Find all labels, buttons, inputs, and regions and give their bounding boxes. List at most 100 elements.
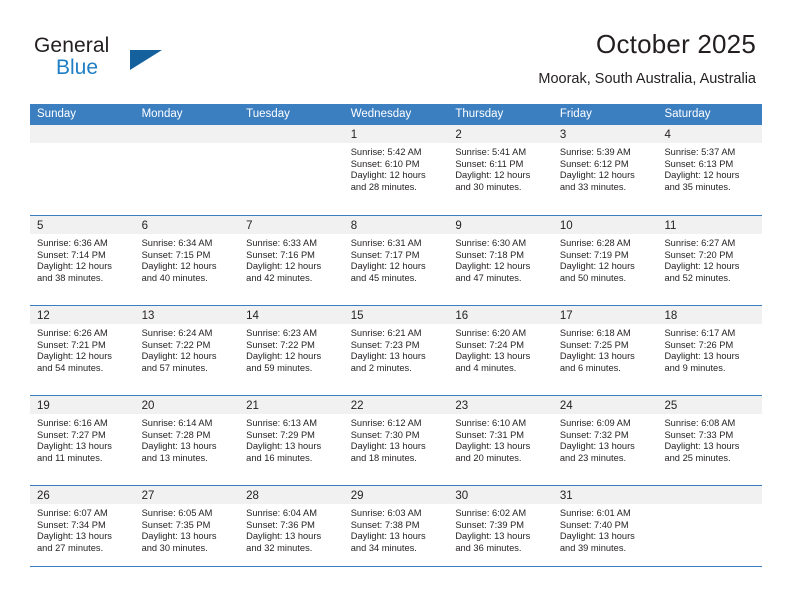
day-number: 8 <box>350 220 358 232</box>
calendar-day-cell[interactable]: 2 Sunrise: 5:41 AM Sunset: 6:11 PM Daylight… <box>448 125 553 215</box>
calendar-day-cell[interactable]: 15 Sunrise: 6:21 AM Sunset: 7:23 PM Dayligh… <box>343 306 449 395</box>
day-detail-line: Sunset: 6:10 PM <box>350 158 420 169</box>
day-number-band <box>239 125 344 143</box>
day-detail-line: Sunrise: 6:10 AM <box>455 418 527 428</box>
day-details: Sunrise: 6:23 AM Sunset: 7:22 PM Daylight:… <box>239 324 344 374</box>
day-detail-line: and 16 minutes. <box>246 452 313 463</box>
calendar-day-cell[interactable]: 20 Sunrise: 6:14 AM Sunset: 7:28 PM Dayligh… <box>134 396 240 485</box>
day-detail-line: Sunrise: 6:01 AM <box>559 508 631 518</box>
day-details: Sunrise: 6:26 AM Sunset: 7:21 PM Daylight:… <box>30 324 135 374</box>
calendar-day-cell[interactable]: 4 Sunrise: 5:37 AM Sunset: 6:13 PM Daylight… <box>657 125 763 215</box>
day-detail-line: Sunrise: 6:36 AM <box>37 238 108 248</box>
calendar-day-cell[interactable]: 25 Sunrise: 6:08 AM Sunset: 7:33 PM Dayligh… <box>657 396 763 485</box>
day-detail-line: Daylight: 12 hours <box>141 261 217 272</box>
calendar-day-cell[interactable]: 19 Sunrise: 6:16 AM Sunset: 7:27 PM Dayligh… <box>30 396 135 485</box>
day-detail-line: and 42 minutes. <box>246 272 313 283</box>
calendar-day-cell[interactable]: 30 Sunrise: 6:02 AM Sunset: 7:39 PM Dayligh… <box>448 486 553 575</box>
day-detail-line: Sunset: 7:22 PM <box>246 339 315 350</box>
calendar-day-cell[interactable]: 12 Sunrise: 6:26 AM Sunset: 7:21 PM Dayligh… <box>30 306 135 395</box>
day-number: 31 <box>559 490 573 502</box>
weekday-header-sunday: Sunday <box>37 108 77 120</box>
calendar-day-cell[interactable]: 11 Sunrise: 6:27 AM Sunset: 7:20 PM Dayligh… <box>657 216 763 305</box>
day-details <box>135 143 240 147</box>
calendar-page: General Blue October 2025 Moorak, South … <box>0 0 792 612</box>
calendar-day-cell[interactable]: 26 Sunrise: 6:07 AM Sunset: 7:34 PM Dayligh… <box>30 486 135 575</box>
calendar-day-cell[interactable]: 14 Sunrise: 6:23 AM Sunset: 7:22 PM Dayligh… <box>239 306 344 395</box>
day-detail-line: Daylight: 12 hours <box>246 261 322 272</box>
day-detail-line: and 57 minutes. <box>141 362 208 373</box>
calendar-day-cell[interactable]: 21 Sunrise: 6:13 AM Sunset: 7:29 PM Dayligh… <box>239 396 344 485</box>
calendar-day-cell[interactable]: 10 Sunrise: 6:28 AM Sunset: 7:19 PM Dayligh… <box>552 216 658 305</box>
day-details: Sunrise: 6:13 AM Sunset: 7:29 PM Daylight:… <box>239 414 344 464</box>
day-detail-line: Sunset: 7:19 PM <box>559 249 629 260</box>
day-detail-line: Sunrise: 6:08 AM <box>664 418 736 428</box>
calendar-day-cell[interactable]: 3 Sunrise: 5:39 AM Sunset: 6:12 PM Daylight… <box>552 125 658 215</box>
day-detail-line: Sunset: 7:26 PM <box>664 339 734 350</box>
day-detail-line: Sunrise: 6:14 AM <box>141 418 213 428</box>
day-number: 14 <box>246 310 259 322</box>
calendar-day-cell[interactable]: 9 Sunrise: 6:30 AM Sunset: 7:18 PM Daylight… <box>448 216 553 305</box>
day-number-band: 19 <box>30 396 135 414</box>
day-number-band: 4 <box>657 125 763 143</box>
general-blue-logo[interactable]: General Blue <box>34 34 214 86</box>
day-details: Sunrise: 6:34 AM Sunset: 7:15 PM Daylight:… <box>135 234 240 284</box>
calendar-day-cell[interactable]: 23 Sunrise: 6:10 AM Sunset: 7:31 PM Dayligh… <box>448 396 553 485</box>
calendar-day-cell[interactable]: 18 Sunrise: 6:17 AM Sunset: 7:26 PM Dayligh… <box>657 306 763 395</box>
day-details: Sunrise: 6:07 AM Sunset: 7:34 PM Daylight:… <box>30 504 135 554</box>
day-detail-line: Sunset: 7:20 PM <box>664 249 734 260</box>
day-detail-line: and 54 minutes. <box>37 362 104 373</box>
calendar-day-cell[interactable]: 17 Sunrise: 6:18 AM Sunset: 7:25 PM Dayligh… <box>552 306 658 395</box>
day-number: 13 <box>141 310 155 322</box>
day-detail-line: Daylight: 13 hours <box>246 441 322 452</box>
day-detail-line: Daylight: 12 hours <box>37 351 112 362</box>
calendar-day-cell[interactable]: 8 Sunrise: 6:31 AM Sunset: 7:17 PM Daylight… <box>343 216 449 305</box>
calendar-day-cell[interactable]: 28 Sunrise: 6:04 AM Sunset: 7:36 PM Dayligh… <box>239 486 344 575</box>
day-detail-line: Sunrise: 6:16 AM <box>37 418 108 428</box>
day-number-band: 18 <box>657 306 763 324</box>
calendar-day-cell[interactable]: 7 Sunrise: 6:33 AM Sunset: 7:16 PM Daylight… <box>239 216 344 305</box>
calendar-day-cell[interactable]: 1 Sunrise: 5:42 AM Sunset: 6:10 PM Daylight… <box>343 125 449 215</box>
day-number: 29 <box>350 490 364 502</box>
day-detail-line: Sunset: 7:34 PM <box>37 519 106 530</box>
logo-text-general: General <box>34 34 110 57</box>
calendar-day-cell[interactable]: 29 Sunrise: 6:03 AM Sunset: 7:38 PM Dayligh… <box>343 486 449 575</box>
title-block: October 2025 Moorak, South Australia, Au… <box>538 28 756 88</box>
day-number: 3 <box>559 129 567 141</box>
day-details: Sunrise: 6:16 AM Sunset: 7:27 PM Daylight:… <box>30 414 135 464</box>
day-details: Sunrise: 6:10 AM Sunset: 7:31 PM Daylight:… <box>448 414 553 464</box>
day-number-band: 5 <box>30 216 135 234</box>
day-details: Sunrise: 6:31 AM Sunset: 7:17 PM Daylight:… <box>344 234 449 284</box>
calendar-day-cell[interactable]: 24 Sunrise: 6:09 AM Sunset: 7:32 PM Dayligh… <box>552 396 658 485</box>
calendar-day-cell[interactable]: 22 Sunrise: 6:12 AM Sunset: 7:30 PM Dayligh… <box>343 396 449 485</box>
day-detail-line: Sunset: 7:27 PM <box>37 429 106 440</box>
day-detail-line: Sunset: 7:28 PM <box>141 429 211 440</box>
calendar-day-cell[interactable]: 16 Sunrise: 6:20 AM Sunset: 7:24 PM Dayligh… <box>448 306 553 395</box>
day-detail-line: Daylight: 13 hours <box>37 531 112 542</box>
day-number: 12 <box>37 310 50 322</box>
day-detail-line: Sunset: 7:14 PM <box>37 249 106 260</box>
day-details: Sunrise: 6:01 AM Sunset: 7:40 PM Daylight:… <box>553 504 658 554</box>
day-detail-line: and 11 minutes. <box>37 452 103 463</box>
day-details: Sunrise: 6:05 AM Sunset: 7:35 PM Daylight:… <box>135 504 240 554</box>
day-details <box>657 504 762 508</box>
day-details: Sunrise: 6:30 AM Sunset: 7:18 PM Daylight:… <box>448 234 553 284</box>
day-details: Sunrise: 6:21 AM Sunset: 7:23 PM Daylight:… <box>344 324 449 374</box>
day-number-band: 28 <box>239 486 344 504</box>
day-number-band: 21 <box>239 396 344 414</box>
day-detail-line: and 59 minutes. <box>246 362 313 373</box>
day-details: Sunrise: 5:39 AM Sunset: 6:12 PM Daylight:… <box>553 143 658 193</box>
day-number: 6 <box>141 220 148 232</box>
day-detail-line: and 32 minutes. <box>246 542 313 553</box>
calendar-day-cell[interactable]: 5 Sunrise: 6:36 AM Sunset: 7:14 PM Daylight… <box>30 216 135 305</box>
day-detail-line: Sunset: 7:21 PM <box>37 339 106 350</box>
day-detail-line: and 52 minutes. <box>664 272 731 283</box>
day-detail-line: and 36 minutes. <box>455 542 522 553</box>
calendar-week-row: 5 Sunrise: 6:36 AM Sunset: 7:14 PM Daylight… <box>30 215 763 305</box>
calendar-day-cell[interactable]: 6 Sunrise: 6:34 AM Sunset: 7:15 PM Daylight… <box>134 216 240 305</box>
calendar-day-cell[interactable]: 13 Sunrise: 6:24 AM Sunset: 7:22 PM Dayligh… <box>134 306 240 395</box>
day-detail-line: and 25 minutes. <box>664 452 731 463</box>
calendar-day-cell[interactable]: 31 Sunrise: 6:01 AM Sunset: 7:40 PM Dayligh… <box>552 486 658 575</box>
day-details: Sunrise: 6:36 AM Sunset: 7:14 PM Daylight:… <box>30 234 135 284</box>
calendar-day-cell[interactable]: 27 Sunrise: 6:05 AM Sunset: 7:35 PM Dayligh… <box>134 486 240 575</box>
day-detail-line: Daylight: 13 hours <box>664 441 740 452</box>
